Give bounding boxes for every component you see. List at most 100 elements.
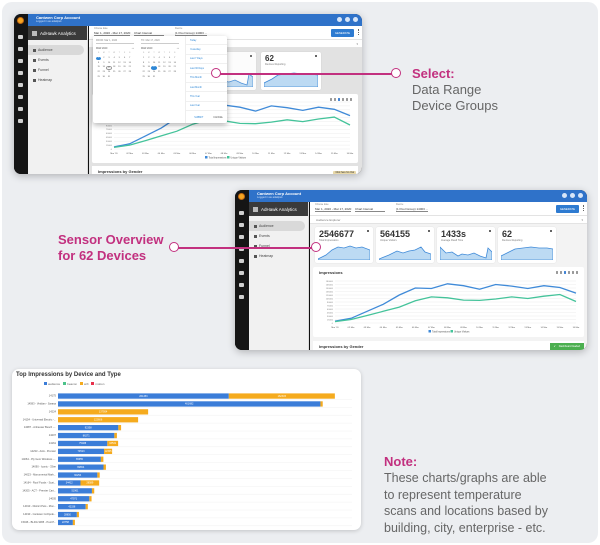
- home-icon[interactable]: [345, 98, 348, 101]
- from-date-input[interactable]: FROM: Mar 1, 2020: [96, 39, 134, 44]
- bar-segment-wifi[interactable]: [97, 472, 100, 478]
- calendar-day[interactable]: 14: [172, 62, 177, 65]
- submit-button[interactable]: SUBMIT: [194, 116, 203, 119]
- search-rail-icon[interactable]: [18, 71, 23, 75]
- media-icon[interactable]: [18, 83, 23, 87]
- legend-label[interactable]: Total Impressions: [209, 156, 228, 159]
- calendar-day[interactable]: 21: [127, 66, 132, 69]
- help-icon[interactable]: [345, 17, 350, 22]
- grid-icon[interactable]: [239, 283, 244, 287]
- preset-yesterday[interactable]: Yesterday: [186, 45, 227, 55]
- sidebar-item-funnel[interactable]: Funnel: [249, 241, 308, 251]
- preset-this-year[interactable]: This Year: [186, 92, 227, 102]
- x-tick-label: 02 Mar: [126, 152, 133, 155]
- legend-label[interactable]: Unique Visitors: [454, 330, 470, 333]
- generate-button[interactable]: GENERATE: [555, 205, 579, 213]
- date-range-input[interactable]: Mar 1, 2020 - Mar 17, 2020: [315, 207, 352, 212]
- preset-today[interactable]: Today: [186, 36, 227, 46]
- home-icon[interactable]: [571, 271, 574, 274]
- settings-rail-icon[interactable]: [239, 271, 244, 275]
- report-icon[interactable]: [18, 119, 23, 123]
- sidebar-item-events[interactable]: Events: [28, 55, 87, 65]
- calendar-day[interactable]: 28: [172, 71, 177, 74]
- bar-segment-wifi[interactable]: [100, 456, 104, 462]
- zoom-out-icon[interactable]: [333, 98, 336, 101]
- kpi-menu-icon[interactable]: [550, 230, 552, 232]
- chevron-down-icon[interactable]: ▾: [581, 218, 583, 222]
- zoom-in-icon[interactable]: [329, 98, 332, 101]
- calendar-day[interactable]: 21: [172, 66, 177, 69]
- to-date-input[interactable]: TO: Mar 17, 2020: [141, 39, 179, 44]
- chevron-down-icon[interactable]: ▾: [356, 42, 358, 46]
- calendar-day[interactable]: 7: [127, 57, 132, 60]
- camera-icon[interactable]: [18, 59, 23, 63]
- monitor-icon[interactable]: [239, 223, 244, 227]
- kpi-menu-icon[interactable]: [367, 230, 369, 232]
- bar-segment-wifi[interactable]: [118, 425, 122, 431]
- bar-segment-wifi[interactable]: [85, 504, 88, 510]
- zoom-out-icon[interactable]: [559, 271, 562, 274]
- preset-last-month[interactable]: Last Month: [186, 83, 227, 93]
- legend-label[interactable]: Total Impressions: [432, 330, 451, 333]
- magnify-icon[interactable]: [563, 271, 566, 274]
- preset-this-month[interactable]: This Month: [186, 74, 227, 83]
- generate-button[interactable]: GENERATE: [330, 29, 354, 37]
- month-nav-from[interactable]: ‹ ›: [132, 47, 134, 50]
- help-icon[interactable]: [570, 193, 575, 198]
- bar-segment-wifi[interactable]: [72, 519, 75, 526]
- dashboard-icon[interactable]: [239, 211, 244, 215]
- calendar-day[interactable]: 14: [127, 62, 132, 65]
- pan-icon[interactable]: [341, 98, 344, 101]
- category-label: 14064 - Ply Gem Windows -...: [22, 457, 57, 461]
- sidebar-item-events[interactable]: Events: [249, 231, 308, 241]
- sidebar-item-audience[interactable]: Audience: [249, 221, 305, 231]
- cancel-button[interactable]: CANCEL: [213, 116, 223, 119]
- zoom-in-icon[interactable]: [555, 271, 558, 274]
- more-menu-icon[interactable]: [358, 29, 359, 35]
- settings-rail-icon[interactable]: [18, 95, 23, 99]
- settings-icon[interactable]: [578, 193, 583, 198]
- kpi-menu-icon[interactable]: [489, 230, 491, 232]
- calendar-day[interactable]: 31: [106, 76, 111, 79]
- sidebar-item-audience[interactable]: Audience: [28, 45, 84, 55]
- kpi-menu-icon[interactable]: [250, 55, 252, 57]
- month-nav-to[interactable]: ‹ ›: [177, 47, 179, 50]
- bar-segment-wifi[interactable]: [76, 511, 79, 518]
- calendar-day[interactable]: 7: [172, 57, 177, 60]
- grid-icon[interactable]: [18, 107, 23, 111]
- bar-segment-wifi[interactable]: [320, 401, 323, 407]
- sidebar-item-heatmap[interactable]: Heatmap: [28, 75, 87, 85]
- search-icon[interactable]: [562, 193, 567, 198]
- magnify-icon[interactable]: [337, 98, 340, 101]
- media-icon[interactable]: [239, 259, 244, 263]
- explorer-select[interactable]: Audience Explorer ▾: [310, 216, 587, 224]
- bar-segment-wifi[interactable]: [103, 464, 106, 470]
- month-select-from[interactable]: MAR 2020: [96, 47, 107, 50]
- preset-last-year[interactable]: Last Year: [186, 102, 227, 111]
- pan-icon[interactable]: [567, 271, 570, 274]
- search-icon[interactable]: [337, 17, 342, 22]
- preset-last-7-days[interactable]: Last 7 Days: [186, 55, 227, 65]
- sidebar-item-heatmap[interactable]: Heatmap: [249, 251, 308, 261]
- legend-label[interactable]: Unique Visitors: [231, 156, 247, 159]
- bar-segment-wifi[interactable]: [89, 496, 92, 502]
- camera-icon[interactable]: [239, 235, 244, 239]
- bar-segment-wifi[interactable]: [114, 432, 117, 439]
- report-icon[interactable]: [239, 295, 244, 299]
- menu-icon[interactable]: [575, 271, 578, 274]
- chart-interval-select[interactable]: Chart Interval: [355, 207, 385, 212]
- kpi-menu-icon[interactable]: [428, 230, 430, 232]
- monitor-icon[interactable]: [18, 47, 23, 51]
- settings-icon[interactable]: [353, 17, 358, 22]
- kpi-menu-icon[interactable]: [315, 55, 317, 57]
- month-select-to[interactable]: MAR 2020: [141, 47, 152, 50]
- more-menu-icon[interactable]: [583, 205, 584, 211]
- calendar-day[interactable]: 31: [151, 76, 156, 79]
- chat-badge[interactable]: Click here for chat: [333, 171, 356, 174]
- calendar-day[interactable]: 28: [127, 71, 132, 74]
- device-select[interactable]: (1 Pool Group) 14003 ...: [396, 207, 429, 212]
- sidebar-item-funnel[interactable]: Funnel: [28, 65, 87, 75]
- bar-segment-wifi[interactable]: [91, 488, 95, 494]
- dashboard-icon[interactable]: [18, 35, 23, 39]
- menu-icon[interactable]: [349, 98, 352, 101]
